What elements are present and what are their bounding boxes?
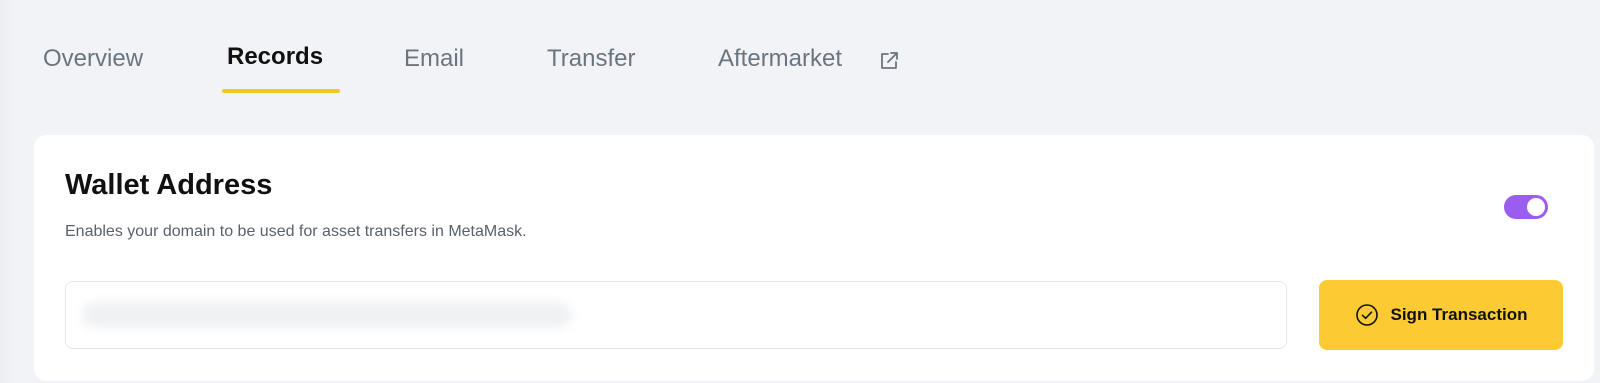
wallet-address-description: Enables your domain to be used for asset… [65,223,527,240]
check-circle-icon [1355,304,1378,326]
tab-aftermarket[interactable]: Aftermarket [718,44,842,74]
blurred-address-value [82,302,572,328]
wallet-address-toggle[interactable] [1504,195,1548,219]
toggle-knob [1527,198,1545,216]
sign-transaction-label: Sign Transaction [1390,305,1528,324]
tab-overview[interactable]: Overview [43,44,143,74]
wallet-address-card: Wallet Address Enables your domain to be… [34,135,1594,381]
active-tab-indicator [222,89,340,93]
tab-transfer[interactable]: Transfer [547,44,635,74]
tab-email[interactable]: Email [404,44,464,74]
wallet-address-input[interactable] [65,281,1287,349]
external-link-icon[interactable] [877,49,901,73]
wallet-address-title: Wallet Address [65,169,273,201]
tab-records[interactable]: Records [227,42,323,72]
sign-transaction-button[interactable]: Sign Transaction [1319,280,1563,350]
tab-bar: Overview Records Email Transfer Aftermar… [0,0,1000,96]
